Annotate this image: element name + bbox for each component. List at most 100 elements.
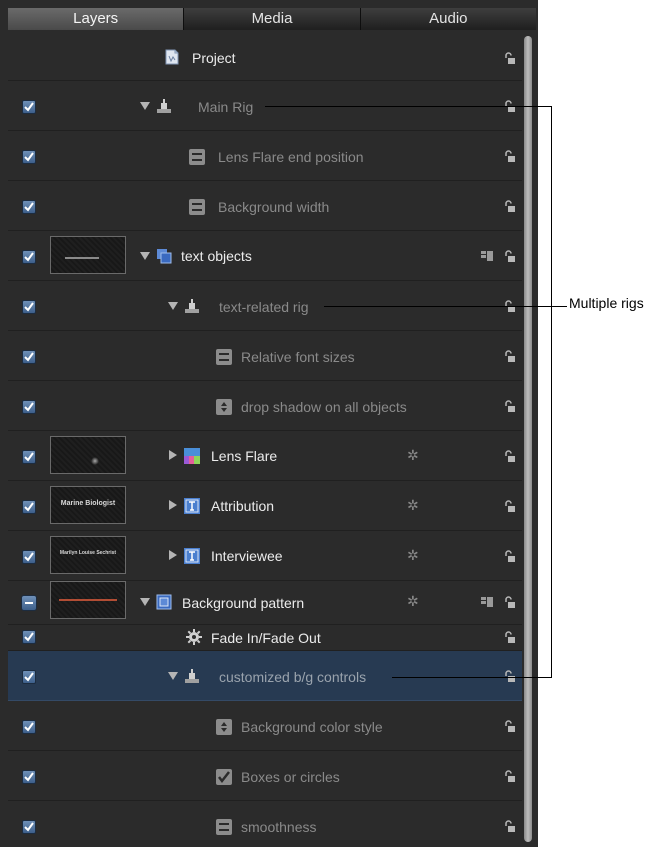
- visibility-checkbox[interactable]: [22, 550, 36, 564]
- visibility-checkbox[interactable]: [22, 250, 36, 264]
- slider-widget-icon: [189, 149, 205, 165]
- layer-name: Attribution: [211, 498, 275, 514]
- visibility-checkbox[interactable]: [22, 630, 36, 644]
- layer-name: Relative font sizes: [241, 349, 355, 365]
- layer-row-interviewee[interactable]: Marilyn Louise Sechrist Interviewee ✲: [8, 531, 522, 581]
- layer-row-background-pattern[interactable]: Background pattern ✲: [8, 581, 522, 625]
- lock-open-icon[interactable]: [504, 596, 516, 609]
- callout-bracket: [551, 106, 552, 678]
- behavior-gear-icon[interactable]: ✲: [407, 497, 419, 513]
- layer-name: Background width: [218, 199, 330, 215]
- slider-widget-icon: [216, 349, 232, 365]
- layer-row-text-objects[interactable]: text objects: [8, 231, 522, 281]
- layer-row-widget[interactable]: drop shadow on all objects: [8, 381, 522, 431]
- lock-open-icon[interactable]: [504, 150, 516, 163]
- lens-flare-icon: [184, 448, 200, 464]
- layer-row-widget[interactable]: Lens Flare end position: [8, 131, 522, 181]
- lock-open-icon[interactable]: [504, 200, 516, 213]
- layer-row-widget[interactable]: Background color style: [8, 701, 522, 751]
- layer-name: drop shadow on all objects: [241, 399, 407, 415]
- mixed-visibility-checkbox[interactable]: [21, 595, 37, 611]
- layer-name: Lens Flare: [211, 448, 278, 464]
- disclosure-triangle-icon[interactable]: [169, 450, 177, 460]
- layer-row-attribution[interactable]: Marine Biologist Attribution ✲: [8, 481, 522, 531]
- layer-thumbnail: Marilyn Louise Sechrist: [50, 536, 126, 574]
- popup-widget-icon: [216, 399, 232, 415]
- tab-media[interactable]: Media: [184, 8, 361, 30]
- disclosure-triangle-icon[interactable]: [169, 550, 177, 560]
- filmstrip-icon: [481, 251, 493, 261]
- group-icon: [157, 249, 172, 264]
- visibility-checkbox[interactable]: [22, 720, 36, 734]
- disclosure-triangle-icon[interactable]: [169, 500, 177, 510]
- callout-line: [392, 677, 551, 678]
- layers-panel: Layers Media Audio Project Main Rig Lens…: [0, 0, 538, 847]
- visibility-checkbox[interactable]: [22, 500, 36, 514]
- visibility-checkbox[interactable]: [22, 300, 36, 314]
- behavior-gear-icon[interactable]: ✲: [407, 447, 419, 463]
- filmstrip-icon: [481, 597, 493, 607]
- visibility-checkbox[interactable]: [22, 200, 36, 214]
- layer-row-widget[interactable]: Relative font sizes: [8, 331, 522, 381]
- layer-name: Main Rig: [198, 99, 254, 115]
- disclosure-triangle-icon[interactable]: [140, 102, 150, 110]
- tab-audio[interactable]: Audio: [360, 8, 536, 30]
- disclosure-triangle-icon[interactable]: [140, 598, 150, 606]
- lock-open-icon[interactable]: [504, 350, 516, 363]
- layer-name: Background pattern: [182, 595, 305, 611]
- layer-name: Interviewee: [211, 548, 283, 564]
- rig-icon: [157, 99, 171, 113]
- layer-row-widget[interactable]: Boxes or circles: [8, 751, 522, 801]
- lock-open-icon[interactable]: [504, 52, 516, 65]
- layer-name: text-related rig: [219, 299, 309, 315]
- visibility-checkbox[interactable]: [22, 450, 36, 464]
- visibility-checkbox[interactable]: [22, 350, 36, 364]
- lock-open-icon[interactable]: [504, 450, 516, 463]
- rig-icon: [185, 299, 199, 313]
- layer-row-widget[interactable]: Background width: [8, 181, 522, 231]
- layer-thumbnail: [50, 436, 126, 474]
- layer-name: Boxes or circles: [241, 769, 340, 785]
- disclosure-triangle-icon[interactable]: [168, 672, 178, 680]
- lock-open-icon[interactable]: [504, 720, 516, 733]
- behavior-gear-icon: [186, 629, 202, 645]
- layer-row-customized-bg-controls[interactable]: customized b/g controls: [8, 651, 522, 701]
- text-layer-icon: [184, 548, 200, 564]
- callout-line: [324, 306, 567, 307]
- lock-open-icon[interactable]: [504, 631, 516, 644]
- scrollbar[interactable]: [524, 36, 532, 842]
- lock-open-icon[interactable]: [504, 550, 516, 563]
- layer-row-widget[interactable]: smoothness: [8, 801, 522, 847]
- visibility-checkbox[interactable]: [22, 820, 36, 834]
- layer-name: Fade In/Fade Out: [211, 630, 321, 646]
- behavior-gear-icon[interactable]: ✲: [407, 547, 419, 563]
- layer-row-project[interactable]: Project: [8, 36, 522, 81]
- lock-open-icon[interactable]: [504, 500, 516, 513]
- visibility-checkbox[interactable]: [22, 100, 36, 114]
- disclosure-triangle-icon[interactable]: [140, 252, 150, 260]
- callout-line: [265, 106, 551, 107]
- visibility-checkbox[interactable]: [22, 150, 36, 164]
- checkbox-widget-icon: [216, 769, 232, 785]
- visibility-checkbox[interactable]: [22, 770, 36, 784]
- lock-open-icon[interactable]: [504, 400, 516, 413]
- layer-name: Background color style: [241, 719, 383, 735]
- tab-layers[interactable]: Layers: [8, 8, 185, 30]
- behavior-gear-icon[interactable]: ✲: [407, 593, 419, 609]
- layer-row-fade-in-fade-out[interactable]: Fade In/Fade Out: [8, 625, 522, 651]
- layer-row-lens-flare[interactable]: Lens Flare ✲: [8, 431, 522, 481]
- slider-widget-icon: [189, 199, 205, 215]
- thumbnail-text: Marilyn Louise Sechrist: [59, 550, 117, 556]
- lock-open-icon[interactable]: [504, 250, 516, 263]
- tab-bar: Layers Media Audio: [8, 8, 536, 30]
- lock-open-icon[interactable]: [504, 820, 516, 833]
- group-icon: [156, 594, 172, 610]
- visibility-checkbox[interactable]: [22, 400, 36, 414]
- disclosure-triangle-icon[interactable]: [168, 302, 178, 310]
- thumbnail-text: Marine Biologist: [60, 500, 116, 507]
- layer-thumbnail: [50, 236, 126, 274]
- lock-open-icon[interactable]: [504, 770, 516, 783]
- layer-thumbnail: Marine Biologist: [50, 486, 126, 524]
- visibility-checkbox[interactable]: [22, 670, 36, 684]
- layer-name: Project: [192, 50, 236, 66]
